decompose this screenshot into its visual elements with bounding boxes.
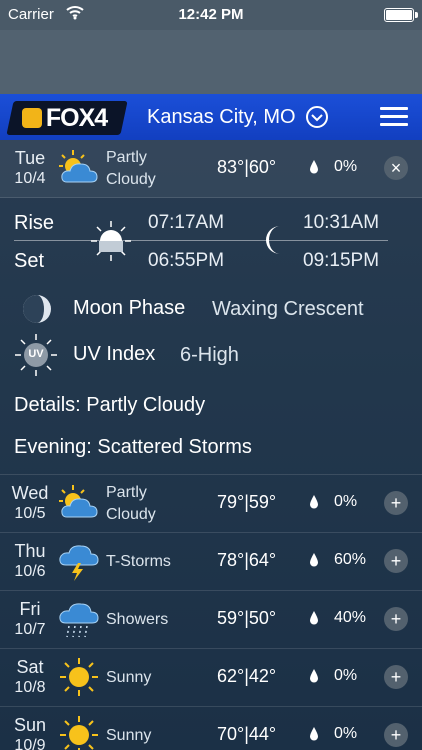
- expand-button[interactable]: +: [384, 665, 408, 689]
- expand-button[interactable]: +: [384, 491, 408, 515]
- high-low-temps: 79°|59°: [217, 492, 277, 512]
- day-date: 10/8: [14, 679, 46, 696]
- evening-text: Evening: Scattered Storms: [14, 436, 252, 458]
- precip-chance: 0%: [334, 725, 358, 742]
- day-name: Sun: [13, 715, 47, 735]
- day-name: Thu: [14, 541, 46, 561]
- sun-horizon-icon: [91, 221, 131, 261]
- raindrop-icon: [310, 495, 318, 509]
- uv-index-value: 6-High: [180, 344, 239, 366]
- plus-icon: +: [390, 609, 402, 629]
- day-date: 10/9: [14, 737, 46, 750]
- condition-line1: Partly: [106, 149, 147, 166]
- thunderstorm-icon: [59, 545, 99, 581]
- day-name: Wed: [11, 483, 49, 503]
- plus-icon: +: [390, 725, 402, 745]
- plus-icon: +: [390, 667, 402, 687]
- forecast-row[interactable]: Thu 10/6 T-Storms 78°|64° 60% +: [0, 533, 422, 591]
- battery-icon: [384, 8, 418, 22]
- chevron-down-icon[interactable]: [306, 106, 328, 128]
- clock: 12:42 PM: [178, 6, 244, 23]
- expand-button[interactable]: +: [384, 607, 408, 631]
- moonset-time: 09:15PM: [303, 250, 380, 271]
- raindrop-icon: [310, 669, 318, 683]
- condition-line1: Partly: [106, 484, 147, 501]
- sunny-icon: [60, 658, 98, 696]
- status-bar: Carrier 12:42 PM: [0, 0, 422, 30]
- uv-badge-text: UV: [28, 348, 44, 360]
- day-date: 10/4: [14, 170, 46, 187]
- logo-square-icon: [22, 108, 42, 128]
- day-name: Tue: [14, 148, 46, 168]
- set-label: Set: [14, 250, 45, 272]
- high-low-temps: 83°|60°: [217, 157, 277, 177]
- high-low-temps: 70°|44°: [217, 724, 277, 744]
- day-name: Sat: [16, 657, 44, 677]
- uv-index-row: UV UV Index 6-High: [0, 334, 422, 376]
- forecast-row[interactable]: Wed 10/5 Partly Cloudy 79°|59° 0% +: [0, 475, 422, 533]
- day-date: 10/5: [14, 505, 46, 522]
- horizon-line: [14, 240, 388, 241]
- close-icon: ×: [390, 158, 402, 178]
- moon-phase-label: Moon Phase: [73, 297, 186, 319]
- showers-icon: [59, 603, 99, 638]
- raindrop-icon: [310, 553, 318, 567]
- expand-button[interactable]: +: [384, 549, 408, 573]
- raindrop-icon: [310, 727, 318, 741]
- sun-moon-times: Rise Set 07:17AM 06:55PM 10:31AM 09:15PM: [0, 200, 422, 280]
- sunset-time: 06:55PM: [148, 250, 225, 271]
- city-selector[interactable]: Kansas City, MO: [147, 106, 296, 129]
- details-text: Details: Partly Cloudy: [14, 394, 206, 416]
- high-low-temps: 62°|42°: [217, 666, 277, 686]
- condition-line2: Cloudy: [106, 171, 156, 188]
- day-name: Fri: [19, 599, 41, 619]
- precip-chance: 0%: [334, 158, 358, 175]
- collapse-button[interactable]: ×: [384, 156, 408, 180]
- precip-chance: 60%: [334, 551, 367, 568]
- forecast-row[interactable]: Sun 10/9 Sunny 70°|44° 0% +: [0, 707, 422, 750]
- condition-line1: T-Storms: [106, 553, 171, 570]
- sunny-icon: [60, 716, 98, 750]
- uv-index-label: UV Index: [73, 343, 156, 365]
- forecast-row[interactable]: Sat 10/8 Sunny 62°|42° 0% +: [0, 649, 422, 707]
- condition-line1: Sunny: [106, 669, 152, 686]
- moon-icon: [266, 226, 280, 254]
- condition-line1: Sunny: [106, 727, 152, 744]
- partly-cloudy-icon: [59, 150, 98, 183]
- day-date: 10/7: [14, 621, 46, 638]
- day-date: 10/6: [14, 563, 46, 580]
- app-header: FOX4 Kansas City, MO: [0, 94, 422, 140]
- expand-button[interactable]: +: [384, 723, 408, 747]
- moon-phase-row: Moon Phase Waxing Crescent: [0, 289, 422, 329]
- precip-chance: 0%: [334, 493, 358, 510]
- rise-label: Rise: [14, 212, 55, 234]
- precip-chance: 40%: [334, 609, 367, 626]
- plus-icon: +: [390, 493, 402, 513]
- high-low-temps: 59°|50°: [217, 608, 277, 628]
- moon-phase-value: Waxing Crescent: [212, 298, 364, 320]
- condition-line1: Showers: [106, 611, 169, 628]
- plus-icon: +: [390, 551, 402, 571]
- ad-banner-area: [0, 30, 422, 94]
- logo-text: FOX4: [45, 104, 108, 132]
- forecast-row-today[interactable]: Tue 10/4 Partly Cloudy 83°|60° 0% ×: [0, 140, 422, 198]
- fox4-logo: FOX4: [6, 101, 128, 135]
- forecast-row[interactable]: Fri 10/7 Showers 59°|50° 40% +: [0, 591, 422, 649]
- hamburger-menu-icon[interactable]: [380, 107, 408, 127]
- precip-chance: 0%: [334, 667, 358, 684]
- moon-phase-icon: [23, 295, 51, 323]
- partly-cloudy-icon: [59, 485, 98, 518]
- condition-line2: Cloudy: [106, 506, 156, 523]
- high-low-temps: 78°|64°: [217, 550, 277, 570]
- moonrise-time: 10:31AM: [303, 212, 380, 233]
- sunrise-time: 07:17AM: [148, 212, 225, 233]
- raindrop-icon: [310, 611, 318, 625]
- raindrop-icon: [310, 160, 318, 174]
